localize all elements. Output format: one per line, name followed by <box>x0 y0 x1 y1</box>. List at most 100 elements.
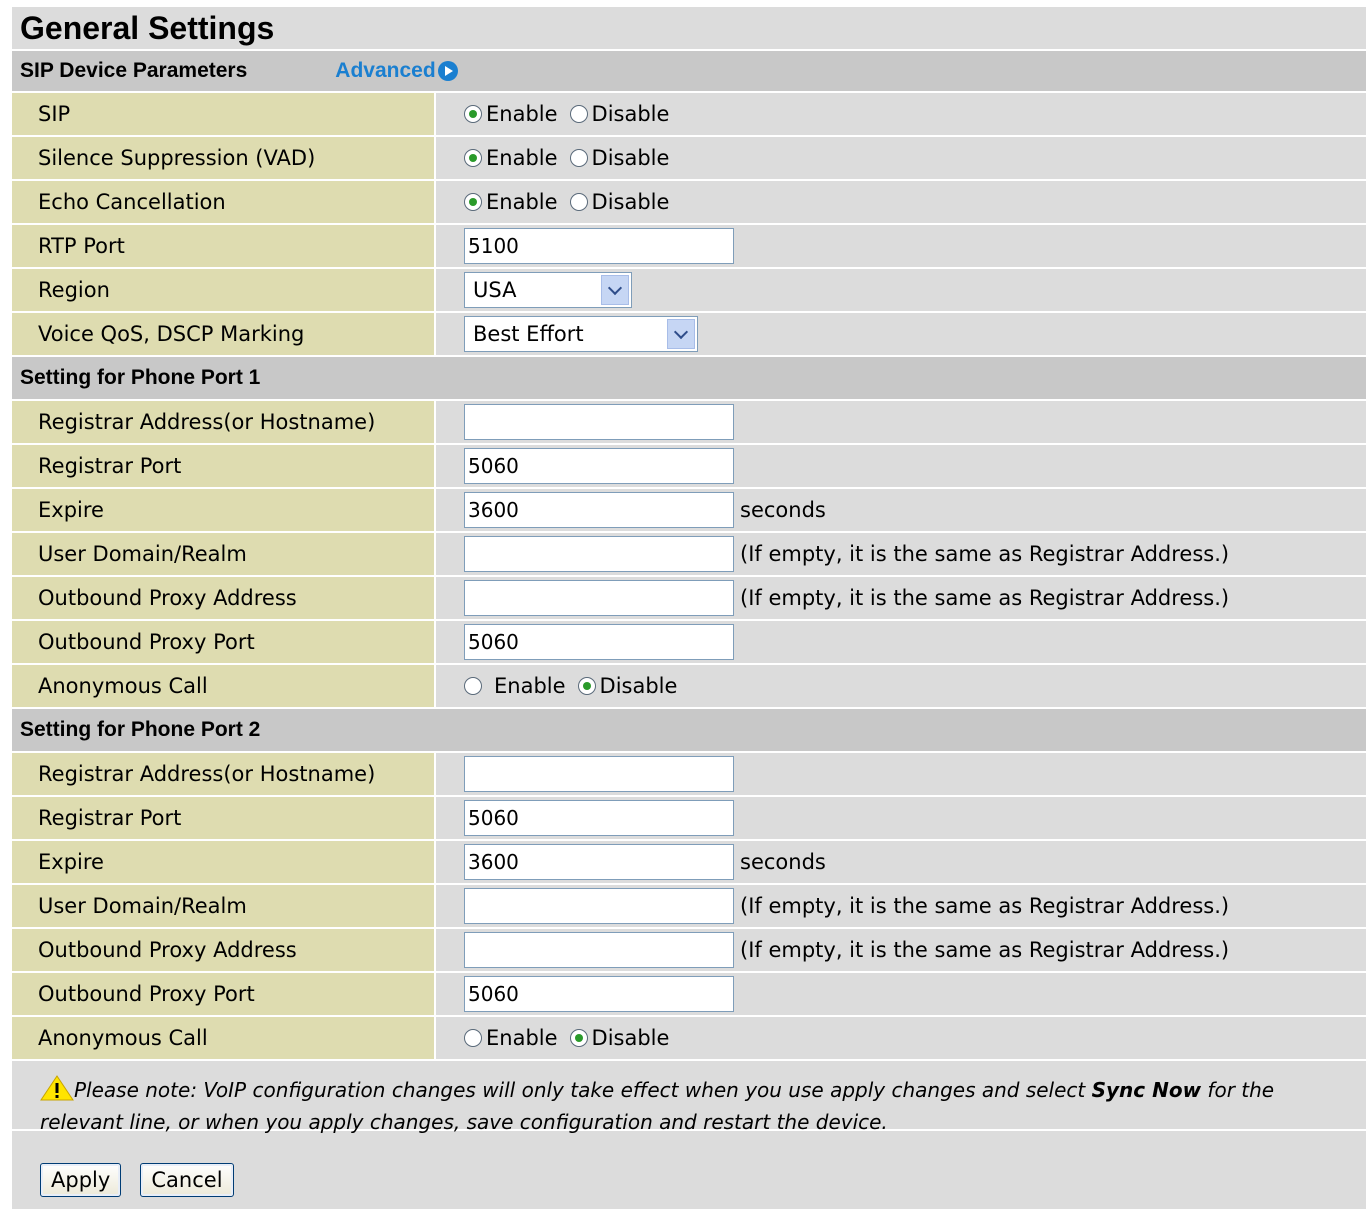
section-phone-port-1: Setting for Phone Port 1 <box>12 357 1366 401</box>
apply-button[interactable]: Apply <box>40 1163 122 1197</box>
row-label: User Domain/Realm <box>12 533 436 575</box>
user-domain-hint: (If empty, it is the same as Registrar A… <box>740 894 1230 918</box>
vad-enable-option[interactable]: Enable <box>464 146 558 170</box>
voice-qos-select[interactable]: Best Effort <box>464 316 698 352</box>
row-port2-expire: Expire seconds <box>12 841 1366 885</box>
row-port1-registrar-port: Registrar Port <box>12 445 1366 489</box>
radio-icon[interactable] <box>464 1029 482 1047</box>
option-label: Enable <box>486 1026 558 1050</box>
note-bold: Sync Now <box>1091 1078 1202 1102</box>
port1-outbound-proxy-port-input[interactable] <box>464 624 734 660</box>
option-label: Disable <box>591 190 670 214</box>
row-label: Anonymous Call <box>12 1017 436 1059</box>
row-port2-registrar-address: Registrar Address(or Hostname) <box>12 753 1366 797</box>
section-title: Setting for Phone Port 2 <box>20 718 261 741</box>
row-label: Outbound Proxy Address <box>12 929 436 971</box>
select-value: Best Effort <box>473 322 584 346</box>
port1-outbound-proxy-address-input[interactable] <box>464 580 734 616</box>
vad-disable-option[interactable]: Disable <box>569 146 669 170</box>
radio-icon[interactable] <box>569 1029 588 1047</box>
rtp-port-input[interactable] <box>464 228 734 264</box>
sip-enable-option[interactable]: Enable <box>464 102 558 126</box>
port2-anonymous-disable-option[interactable]: Disable <box>569 1026 669 1050</box>
section-sip-device-parameters: SIP Device Parameters Advanced <box>12 49 1366 93</box>
echo-disable-option[interactable]: Disable <box>569 190 670 214</box>
row-label: Outbound Proxy Port <box>12 973 436 1015</box>
port2-user-domain-input[interactable] <box>464 888 734 924</box>
chevron-down-icon[interactable] <box>667 319 695 349</box>
select-value: USA <box>473 278 517 302</box>
row-region: Region USA <box>12 269 1366 313</box>
settings-page: General Settings SIP Device Parameters A… <box>12 7 1366 1209</box>
option-label: Enable <box>486 190 558 214</box>
value-cell <box>436 973 1366 1015</box>
region-select[interactable]: USA <box>464 272 632 308</box>
radio-icon[interactable] <box>464 149 482 167</box>
port2-outbound-proxy-address-input[interactable] <box>464 932 734 968</box>
radio-icon[interactable] <box>577 677 596 695</box>
value-cell <box>436 621 1366 663</box>
value-cell: (If empty, it is the same as Registrar A… <box>436 533 1366 575</box>
voice-qos-cell: Best Effort <box>436 313 1366 355</box>
option-label: Enable <box>486 102 558 126</box>
row-label: User Domain/Realm <box>12 885 436 927</box>
radio-icon[interactable] <box>569 193 588 211</box>
row-label: Voice QoS, DSCP Marking <box>12 313 436 355</box>
port1-registrar-address-input[interactable] <box>464 404 734 440</box>
port1-expire-input[interactable] <box>464 492 734 528</box>
value-cell: seconds <box>436 489 1366 531</box>
port1-anonymous-enable-option[interactable]: Enable <box>464 674 566 698</box>
radio-icon[interactable] <box>569 149 588 167</box>
row-label: Echo Cancellation <box>12 181 436 223</box>
port1-anonymous-disable-option[interactable]: Disable <box>577 674 678 698</box>
row-label: RTP Port <box>12 225 436 267</box>
row-port2-user-domain: User Domain/Realm (If empty, it is the s… <box>12 885 1366 929</box>
value-cell: seconds <box>436 841 1366 883</box>
page-title: General Settings <box>12 7 1366 49</box>
port2-anonymous-enable-option[interactable]: Enable <box>464 1026 558 1050</box>
advanced-link[interactable]: Advanced <box>335 59 458 83</box>
row-label: Expire <box>12 489 436 531</box>
port2-outbound-proxy-port-input[interactable] <box>464 976 734 1012</box>
section-title: SIP Device Parameters <box>20 59 248 82</box>
chevron-down-icon[interactable] <box>601 275 629 305</box>
row-label: Silence Suppression (VAD) <box>12 137 436 179</box>
value-cell <box>436 797 1366 839</box>
port1-user-domain-input[interactable] <box>464 536 734 572</box>
port2-expire-input[interactable] <box>464 844 734 880</box>
rtp-port-cell <box>436 225 1366 267</box>
note-text-before: Please note: VoIP configuration changes … <box>74 1078 1092 1102</box>
radio-icon[interactable] <box>569 105 588 123</box>
radio-icon[interactable] <box>464 677 482 695</box>
outbound-proxy-hint: (If empty, it is the same as Registrar A… <box>740 586 1230 610</box>
advanced-link-label[interactable]: Advanced <box>335 59 435 83</box>
radio-icon[interactable] <box>464 193 482 211</box>
option-label: Disable <box>599 674 678 698</box>
row-port1-registrar-address: Registrar Address(or Hostname) <box>12 401 1366 445</box>
row-voice-qos: Voice QoS, DSCP Marking Best Effort <box>12 313 1366 357</box>
echo-enable-option[interactable]: Enable <box>464 190 558 214</box>
port1-registrar-port-input[interactable] <box>464 448 734 484</box>
port2-registrar-address-input[interactable] <box>464 756 734 792</box>
row-port2-outbound-proxy-port: Outbound Proxy Port <box>12 973 1366 1017</box>
option-label: Enable <box>486 146 558 170</box>
cancel-button[interactable]: Cancel <box>140 1163 234 1197</box>
sip-radio-group: Enable Disable <box>436 93 1366 135</box>
row-port2-outbound-proxy-address: Outbound Proxy Address (If empty, it is … <box>12 929 1366 973</box>
row-port2-registrar-port: Registrar Port <box>12 797 1366 841</box>
sip-disable-option[interactable]: Disable <box>569 102 670 126</box>
port2-registrar-port-input[interactable] <box>464 800 734 836</box>
row-rtp-port: RTP Port <box>12 225 1366 269</box>
row-label: Expire <box>12 841 436 883</box>
port2-anonymous-radio-group: Enable Disable <box>436 1017 1366 1059</box>
row-port1-expire: Expire seconds <box>12 489 1366 533</box>
value-cell <box>436 445 1366 487</box>
row-port1-user-domain: User Domain/Realm (If empty, it is the s… <box>12 533 1366 577</box>
radio-icon[interactable] <box>464 105 482 123</box>
row-label: Anonymous Call <box>12 665 436 707</box>
arrow-right-icon[interactable] <box>437 61 458 81</box>
outbound-proxy-hint: (If empty, it is the same as Registrar A… <box>740 938 1230 962</box>
option-label: Disable <box>591 102 670 126</box>
value-cell: (If empty, it is the same as Registrar A… <box>436 929 1366 971</box>
row-label: Registrar Port <box>12 797 436 839</box>
